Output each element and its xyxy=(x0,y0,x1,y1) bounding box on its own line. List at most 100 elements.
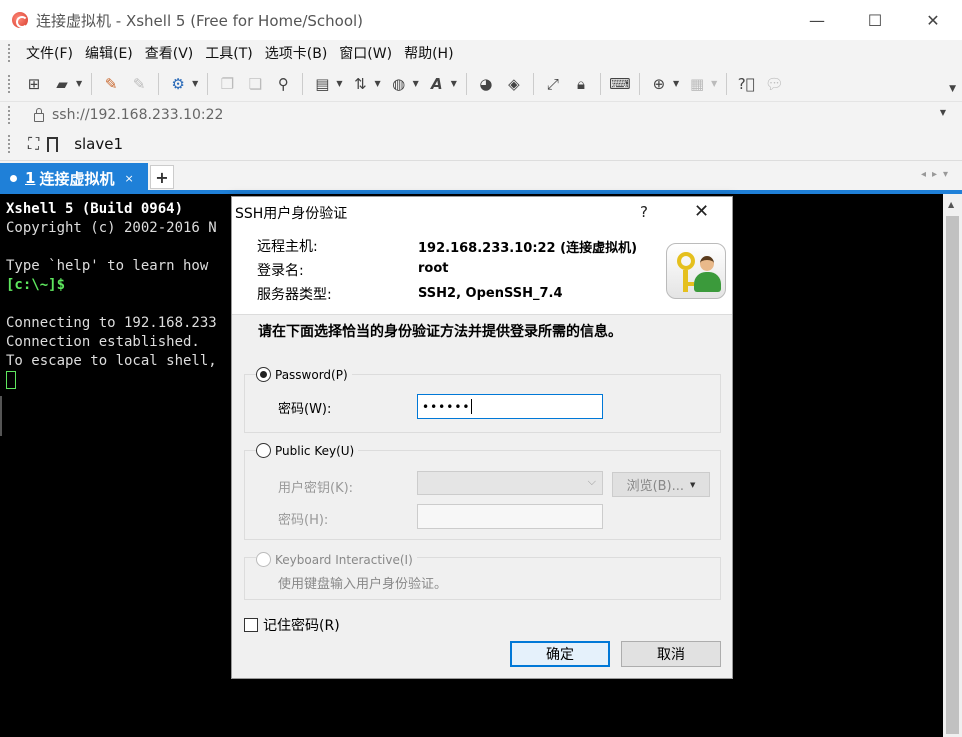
transfer-icon[interactable]: ⇅ xyxy=(349,73,371,95)
address-input[interactable]: ssh://192.168.233.10:22 ▼ xyxy=(23,104,962,126)
terminal-edge xyxy=(0,396,2,436)
open-dropdown-icon[interactable]: ▼ xyxy=(76,79,82,88)
properties-icon[interactable]: ⚙ xyxy=(167,73,189,95)
menu-window[interactable]: 窗口(W) xyxy=(333,43,398,63)
help-icon[interactable]: ?⃝ xyxy=(735,73,757,95)
chevron-down-icon: ⌵ xyxy=(587,475,596,488)
password-input-value: •••••• xyxy=(422,399,471,414)
user-key-label: 用户密钥(K): xyxy=(278,481,354,496)
chat-icon: 💬︎ xyxy=(764,74,784,93)
toolbar-overflow-icon[interactable]: ▼ xyxy=(949,84,956,94)
session-bar: ⛶ slave1 xyxy=(0,128,962,160)
tab-number: 1 xyxy=(25,169,36,187)
globe-icon[interactable]: ◍ xyxy=(388,73,410,95)
public-key-option[interactable]: Public Key(U) xyxy=(256,443,359,458)
remember-password-label: 记住密码(R) xyxy=(263,618,340,634)
toolbar-separator xyxy=(638,72,640,95)
session-manager-icon[interactable]: ⛶ xyxy=(28,134,39,154)
address-dropdown-icon[interactable]: ▼ xyxy=(940,108,946,117)
fullscreen-icon[interactable]: ⤢ xyxy=(542,73,564,95)
bookmark-icon[interactable] xyxy=(47,136,59,154)
ok-button[interactable]: 确定 xyxy=(510,641,610,667)
new-tab-button[interactable]: + xyxy=(150,165,174,189)
menu-view[interactable]: 查看(V) xyxy=(139,43,200,63)
browse-button-label: 浏览(B)... xyxy=(626,479,685,494)
maximize-button[interactable]: ☐ xyxy=(846,0,904,40)
print-dropdown-icon[interactable]: ▼ xyxy=(336,79,342,88)
toolbar: ⊞ ▰ ▼ ✎ ✎ ⚙ ▼ ❐ ❏ ⚲ ▤ ▼ ⇅ ▼ ◍ ▼ A ▼ ◕ ◈ ⤢ 🔒︎ ⌨… xyxy=(0,66,962,102)
toolbar-separator xyxy=(207,72,209,95)
toolbar-separator xyxy=(302,72,304,95)
toolbar-separator xyxy=(465,72,467,95)
passphrase-label: 密码(H): xyxy=(278,513,329,528)
xagent-icon[interactable]: ◈ xyxy=(503,73,525,95)
address-value: ssh://192.168.233.10:22 xyxy=(51,107,224,123)
tab-navigation-icons[interactable]: ◂▸▾ xyxy=(921,169,954,180)
terminal-cursor xyxy=(6,371,16,389)
keyboard-interactive-hint: 使用键盘输入用户身份验证。 xyxy=(278,577,448,592)
person-body-shape xyxy=(694,272,721,292)
reconnect-icon[interactable]: ✎ xyxy=(100,73,122,95)
tab-status-icon xyxy=(10,174,17,182)
find-icon[interactable]: ⚲ xyxy=(272,73,294,95)
user-key-icon xyxy=(666,243,726,299)
session-grip xyxy=(8,135,12,153)
layout-dropdown-icon: ▼ xyxy=(711,79,718,88)
lock-icon xyxy=(33,107,44,122)
close-window-button[interactable]: ✕ xyxy=(904,0,962,40)
menu-help[interactable]: 帮助(H) xyxy=(398,43,459,63)
address-grip xyxy=(8,106,12,124)
password-radio[interactable] xyxy=(256,367,271,382)
toolbar-separator xyxy=(726,72,728,95)
terminal-scrollbar[interactable]: ▲ xyxy=(943,194,962,737)
paste-icon: ❏ xyxy=(248,74,263,93)
menu-file[interactable]: 文件(F) xyxy=(20,43,79,63)
session-link[interactable]: slave1 xyxy=(74,135,123,153)
remember-password-option[interactable]: 记住密码(R) xyxy=(244,615,340,635)
minimize-button[interactable]: — xyxy=(788,0,846,40)
open-folder-icon[interactable]: ▰ xyxy=(51,73,73,95)
menu-edit[interactable]: 编辑(E) xyxy=(79,43,139,63)
password-input[interactable]: •••••• xyxy=(417,394,603,419)
public-key-radio[interactable] xyxy=(256,443,271,458)
user-key-select: ⌵ xyxy=(417,471,603,495)
transfer-dropdown-icon[interactable]: ▼ xyxy=(374,79,380,88)
layout-icon: ▦ xyxy=(690,74,705,93)
dialog-title-bar: SSH用户身份验证 ? ✕ xyxy=(232,197,732,229)
properties-dropdown-icon[interactable]: ▼ xyxy=(192,79,198,88)
window-title: 连接虚拟机 - Xshell 5 (Free for Home/School) xyxy=(36,11,364,30)
keyboard-interactive-radio xyxy=(256,552,271,567)
server-type-label: 服务器类型: xyxy=(257,287,332,303)
key-shaft-shape xyxy=(683,270,688,292)
remote-host-value: 192.168.233.10:22 (连接虚拟机) xyxy=(418,241,638,256)
tab-connection[interactable]: 1 连接虚拟机 × xyxy=(0,163,148,193)
dialog-title: SSH用户身份验证 xyxy=(235,206,348,222)
keyboard-icon[interactable]: ⌨ xyxy=(609,73,631,95)
font-icon[interactable]: A xyxy=(426,73,448,95)
add-icon[interactable]: ⊕ xyxy=(648,73,670,95)
globe-dropdown-icon[interactable]: ▼ xyxy=(413,79,419,88)
new-session-icon[interactable]: ⊞ xyxy=(23,73,45,95)
dialog-close-button[interactable]: ✕ xyxy=(694,201,709,222)
login-name-value: root xyxy=(418,261,449,276)
dialog-help-button[interactable]: ? xyxy=(640,203,648,221)
menu-tools[interactable]: 工具(T) xyxy=(199,43,258,63)
menu-tabs[interactable]: 选项卡(B) xyxy=(259,43,334,63)
tab-label: 连接虚拟机 xyxy=(39,169,115,188)
password-option[interactable]: Password(P) xyxy=(256,367,352,382)
scroll-up-icon[interactable]: ▲ xyxy=(948,200,954,209)
browse-dropdown-icon: ▼ xyxy=(690,480,696,489)
toolbar-separator xyxy=(91,72,93,95)
xftp-icon[interactable]: ◕ xyxy=(475,73,497,95)
print-icon[interactable]: ▤ xyxy=(311,73,333,95)
lock-icon[interactable]: 🔒︎ xyxy=(570,73,592,95)
cancel-button[interactable]: 取消 xyxy=(621,641,721,667)
password-option-label: Password(P) xyxy=(275,367,348,382)
remember-password-checkbox[interactable] xyxy=(244,618,258,632)
add-dropdown-icon[interactable]: ▼ xyxy=(673,79,679,88)
key-ring-shape xyxy=(677,252,695,270)
font-dropdown-icon[interactable]: ▼ xyxy=(451,79,457,88)
scrollbar-thumb[interactable] xyxy=(946,216,959,734)
tab-close-icon[interactable]: × xyxy=(124,172,133,185)
disconnect-icon: ✎ xyxy=(132,74,146,93)
